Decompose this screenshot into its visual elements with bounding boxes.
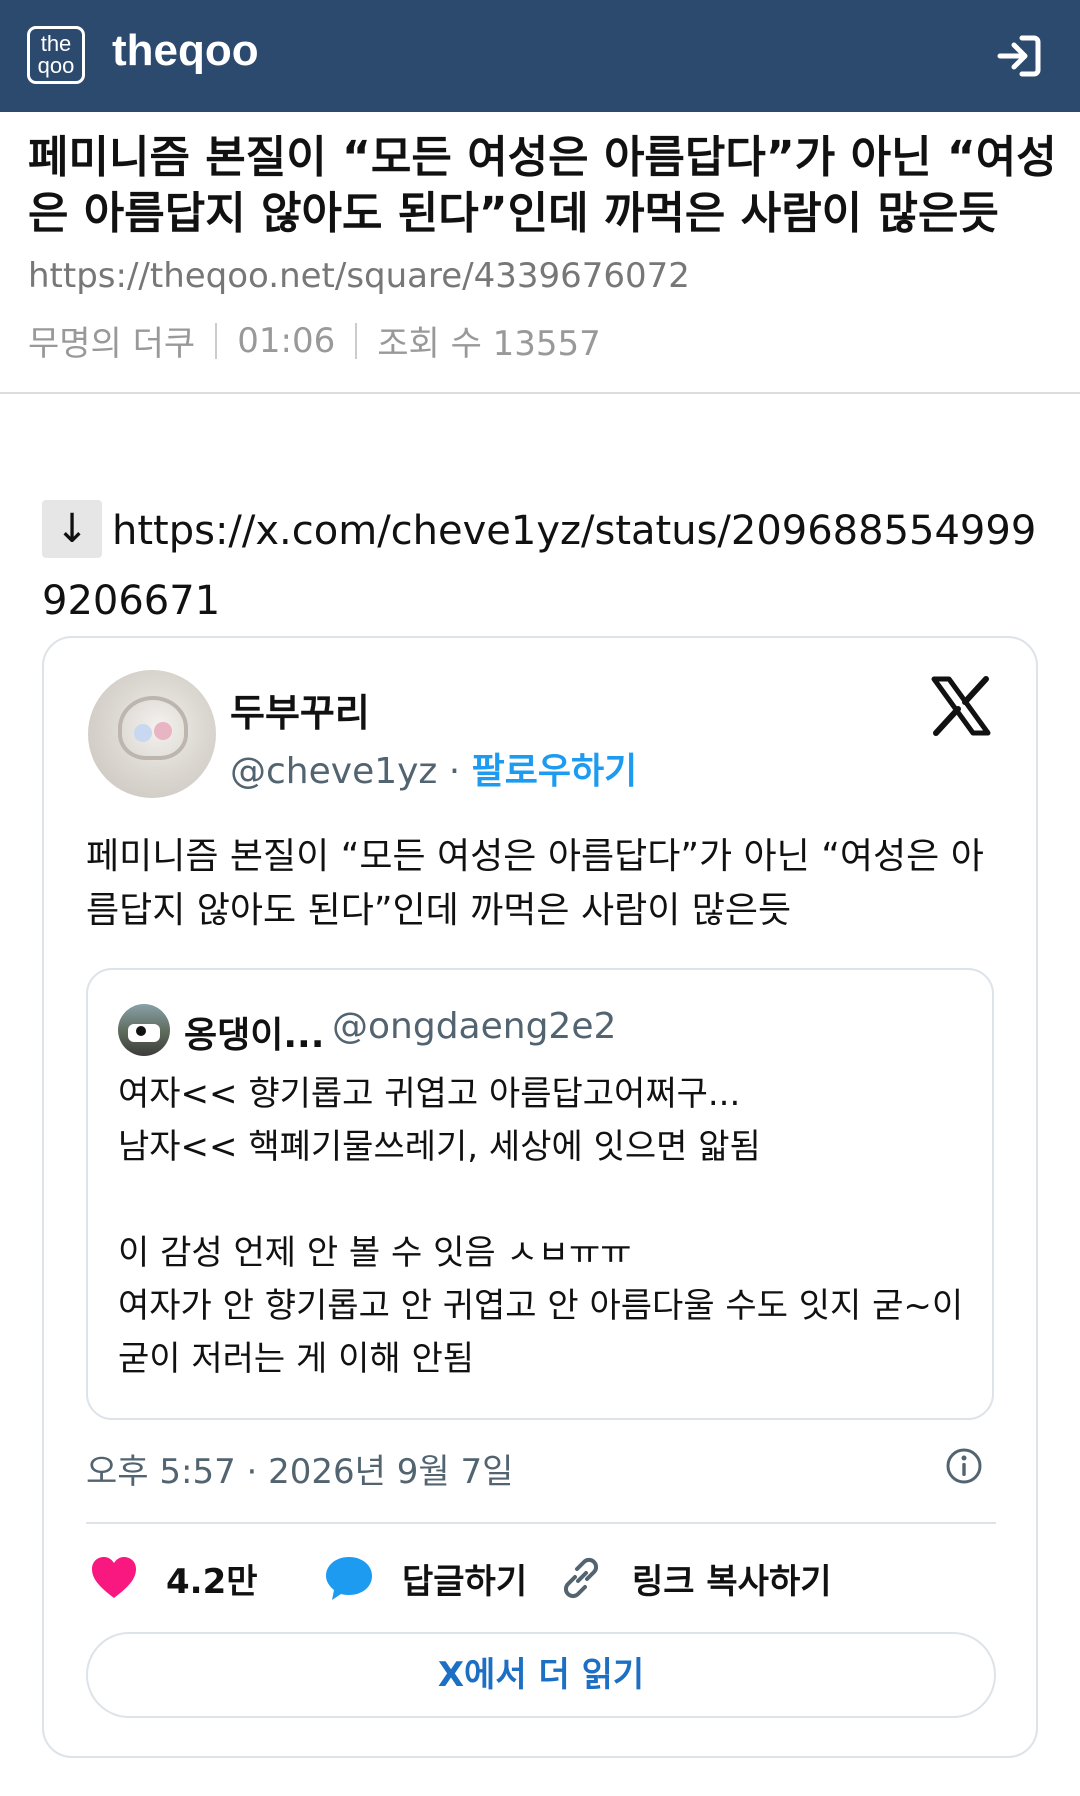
- tweet-link-url[interactable]: https://x.com/cheve1yz/status/2096885549…: [42, 508, 1036, 624]
- quoted-author-avatar[interactable]: [118, 1004, 170, 1056]
- heart-icon: [92, 1557, 136, 1598]
- meta-divider: [355, 322, 358, 359]
- tweet-divider: [86, 1522, 996, 1524]
- quoted-tweet[interactable]: 옹댕이... @ongdaeng2e2 여자<< 향기롭고 귀엽고 아름답고어쩌…: [86, 968, 994, 1420]
- tweet-actions: 4.2만 답글하기 링크 복사하기: [86, 1540, 996, 1616]
- copy-link-button[interactable]: 링크 복사하기: [558, 1540, 832, 1616]
- theqoo-logo[interactable]: the qoo: [27, 26, 85, 84]
- tweet-author-handle-row: @cheve1yz · 팔로우하기: [230, 742, 637, 794]
- copy-link-label: 링크 복사하기: [632, 1561, 832, 1602]
- like-button[interactable]: 4.2만: [90, 1540, 258, 1616]
- header-divider: [0, 392, 1080, 394]
- info-icon[interactable]: [944, 1446, 984, 1486]
- tweet-timestamp[interactable]: 오후 5:57 · 2026년 9월 7일: [86, 1444, 513, 1493]
- quoted-tweet-text: 여자<< 향기롭고 귀엽고 아름답고어쩌구... 남자<< 핵폐기물쓰레기, 세…: [118, 1074, 964, 1379]
- quoted-author-handle: @ongdaeng2e2: [332, 1006, 617, 1047]
- logo-text: the qoo: [37, 31, 75, 78]
- x-logo-icon[interactable]: [930, 676, 992, 736]
- post-title: 페미니즘 본질이 “모든 여성은 아름답다”가 아닌 “여성은 아름답지 않아도…: [28, 132, 1057, 239]
- like-count: 4.2만: [166, 1561, 258, 1602]
- post-author: 무명의 더쿠: [28, 324, 196, 364]
- reply-label: 답글하기: [402, 1561, 528, 1602]
- meta-divider: [215, 322, 218, 359]
- quoted-author-name: 옹댕이...: [184, 1015, 325, 1056]
- post-url[interactable]: https://theqoo.net/square/4339676072: [28, 256, 690, 296]
- site-name[interactable]: theqoo: [112, 26, 259, 76]
- tweet-text: 페미니즘 본질이 “모든 여성은 아름답다”가 아닌 “여성은 아름답지 않아도…: [86, 836, 984, 931]
- tweet-link[interactable]: ↓ https://x.com/cheve1yz/status/209688554…: [42, 496, 1042, 636]
- reply-button[interactable]: 답글하기: [324, 1540, 527, 1616]
- top-bar: the qoo theqoo: [0, 0, 1080, 112]
- tweet-author-avatar[interactable]: [88, 670, 216, 798]
- tweet-author-handle[interactable]: @cheve1yz: [230, 751, 437, 792]
- embedded-tweet[interactable]: 두부꾸리 @cheve1yz · 팔로우하기 페미니즘 본질이 “모든 여성은 …: [42, 636, 1038, 1758]
- post-views: 조회 수 13557: [377, 324, 601, 364]
- down-arrow-icon: ↓: [42, 500, 102, 558]
- login-arrow-icon[interactable]: [996, 34, 1042, 78]
- tweet-author-name[interactable]: 두부꾸리: [230, 682, 370, 737]
- post-meta: 무명의 더쿠 01:06 조회 수 13557: [28, 316, 601, 365]
- handle-separator: ·: [437, 751, 472, 792]
- speech-bubble-icon: [326, 1557, 372, 1600]
- read-more-on-x-button[interactable]: X에서 더 읽기: [86, 1632, 996, 1718]
- follow-button[interactable]: 팔로우하기: [472, 751, 638, 792]
- link-icon: [563, 1557, 599, 1599]
- post-time: 01:06: [237, 320, 336, 361]
